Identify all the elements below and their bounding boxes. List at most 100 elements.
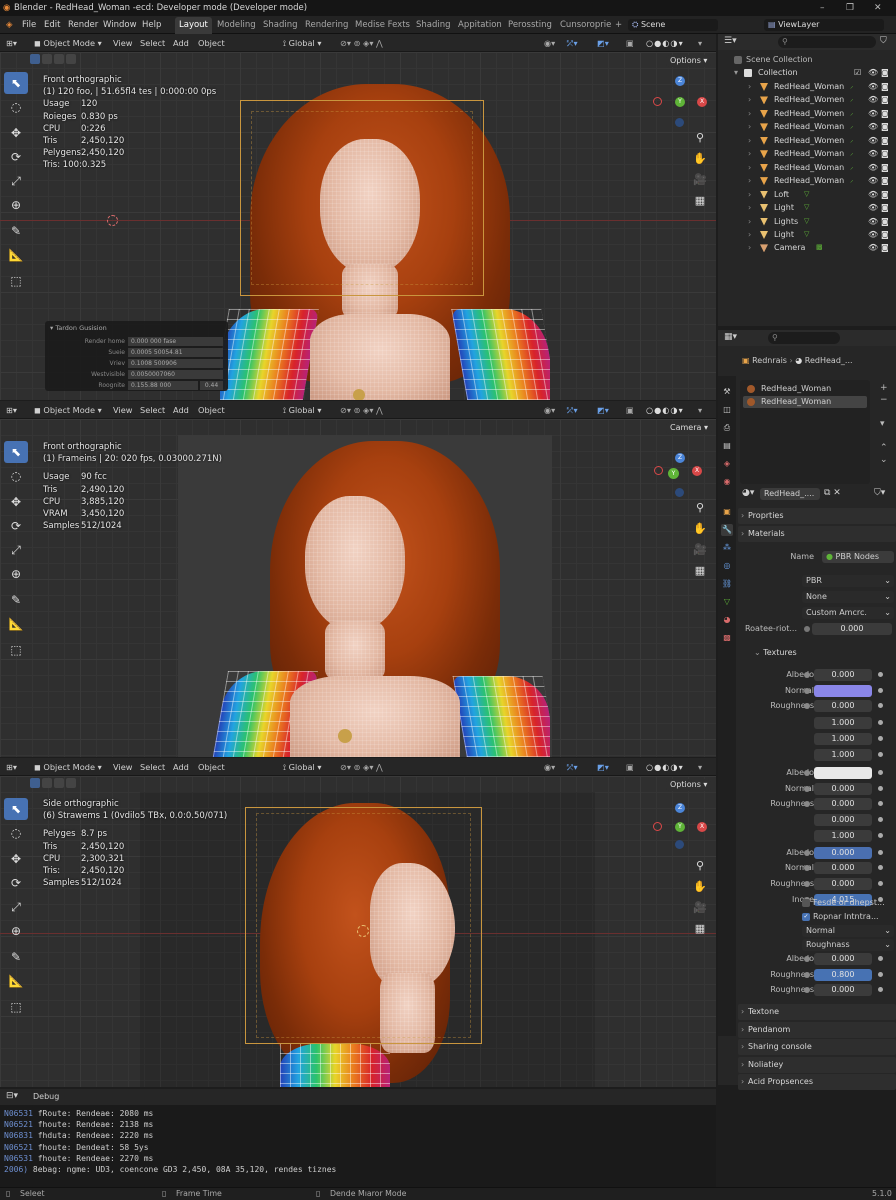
- select-extend-icon[interactable]: [42, 778, 52, 788]
- link-dot-icon[interactable]: [878, 881, 883, 886]
- editor-type-icon[interactable]: ⊞▾: [6, 758, 17, 776]
- material-datablock[interactable]: ◕▾ RedHead_.... ⧉ ✕ ⛉▾: [742, 488, 892, 501]
- menu-view[interactable]: View: [113, 758, 132, 776]
- tab-rendering[interactable]: Rendering: [301, 17, 352, 34]
- perspective-icon[interactable]: ▦: [692, 563, 708, 579]
- texture-row-field[interactable]: 1.000: [814, 748, 872, 761]
- menu-add[interactable]: Add: [173, 758, 189, 776]
- link-dot-icon[interactable]: [878, 801, 883, 807]
- eye-icon[interactable]: 👁: [868, 228, 878, 241]
- camera-view-icon[interactable]: 🎥: [692, 542, 708, 558]
- panel-field-extra[interactable]: 0.44: [200, 381, 223, 390]
- material-slot[interactable]: RedHead_Woman: [743, 383, 867, 395]
- gizmo-y[interactable]: Y: [675, 822, 685, 832]
- data-tab-icon[interactable]: ▽: [721, 596, 733, 608]
- camera-restrict-icon[interactable]: ◙: [881, 241, 889, 254]
- outliner-item[interactable]: › Loft ▽ 👁 ◙: [718, 188, 896, 201]
- texture-row-field[interactable]: 1.000: [814, 717, 872, 730]
- outliner-search[interactable]: ⚲: [778, 36, 876, 48]
- expand-icon[interactable]: ›: [748, 120, 751, 133]
- texture-row-field[interactable]: 0.000: [814, 953, 872, 965]
- filter-icon[interactable]: ⛉: [880, 36, 887, 46]
- link-dot-icon[interactable]: [878, 769, 883, 775]
- camera-restrict-icon[interactable]: ◙: [881, 107, 889, 120]
- link-dot-icon[interactable]: [878, 703, 883, 709]
- link-dot-icon[interactable]: [878, 832, 883, 838]
- add-cube-icon[interactable]: ⬚: [4, 996, 28, 1018]
- rotate-icon[interactable]: ⟳: [4, 872, 28, 894]
- mode-selector[interactable]: ◼ Object Mode ▾: [34, 34, 102, 52]
- eye-icon[interactable]: 👁: [868, 66, 878, 79]
- custom-dropdown[interactable]: Custom Amcrc. ⌄: [802, 607, 894, 619]
- pivot-icon[interactable]: ⊘▾ ⊚ ◈▾ ⋀: [340, 401, 383, 419]
- transform-icon[interactable]: ⊕: [4, 920, 28, 942]
- texture-tab-icon[interactable]: ▩: [721, 632, 733, 644]
- camera-restrict-icon[interactable]: ◙: [881, 147, 889, 160]
- expand-icon[interactable]: ›: [748, 215, 751, 228]
- measure-icon[interactable]: 📐: [4, 613, 28, 635]
- material-browse-icon[interactable]: ◕▾: [742, 488, 754, 498]
- expand-icon[interactable]: ›: [748, 201, 751, 214]
- texture-row-field[interactable]: 1.000: [814, 829, 872, 842]
- keyframe-dot-icon[interactable]: [804, 687, 810, 694]
- menu-select[interactable]: Select: [140, 758, 165, 776]
- gizmo-y[interactable]: Y: [668, 468, 679, 479]
- none-dropdown[interactable]: None ⌄: [802, 591, 894, 603]
- panel-field[interactable]: 0.0050007060: [128, 370, 223, 379]
- gizmo-z[interactable]: Z: [675, 803, 685, 813]
- zoom-icon[interactable]: ⚲: [692, 500, 708, 516]
- pan-icon[interactable]: ✋: [692, 521, 708, 537]
- eye-icon[interactable]: 👁: [868, 174, 878, 187]
- options-dropdown[interactable]: Options ▾: [666, 55, 712, 67]
- gizmo-neg-x[interactable]: [653, 822, 662, 831]
- panel-field[interactable]: 0.0005 50054.81: [128, 348, 223, 357]
- pivot-icon[interactable]: ⊘▾ ⊚ ◈▾ ⋀: [340, 758, 383, 776]
- roughness-dropdown[interactable]: Roughnass ⌄: [802, 939, 894, 951]
- pan-icon[interactable]: ✋: [692, 879, 708, 895]
- checkbox-icon[interactable]: ☑: [854, 66, 861, 79]
- outliner-item[interactable]: › Light ▽ 👁 ◙: [718, 201, 896, 214]
- zoom-icon[interactable]: ⚲: [692, 858, 708, 874]
- camera-restrict-icon[interactable]: ◙: [881, 188, 889, 201]
- eye-icon[interactable]: 👁: [868, 241, 878, 254]
- link-dot-icon[interactable]: [878, 785, 883, 791]
- keyframe-dot-icon[interactable]: [804, 881, 810, 887]
- texture-row-field[interactable]: 0.000: [814, 669, 872, 681]
- visibility-icon[interactable]: ◉▾: [544, 758, 555, 776]
- eye-icon[interactable]: 👁: [868, 120, 878, 133]
- menu-view[interactable]: View: [113, 34, 132, 52]
- console-editor-icon[interactable]: ⊟▾: [6, 1091, 18, 1101]
- select-extend-icon[interactable]: [42, 54, 52, 64]
- outliner-item[interactable]: › RedHead_Woman ⸝ 👁 ◙: [718, 120, 896, 133]
- slot-controls-icon[interactable]: + − ▾ ⌃ ⌄: [880, 382, 888, 466]
- keyframe-dot-icon[interactable]: [804, 736, 810, 742]
- visibility-icon[interactable]: ◉▾: [544, 34, 555, 52]
- xray-icon[interactable]: ▣: [626, 34, 634, 52]
- section-0[interactable]: Textone: [738, 1004, 896, 1020]
- section-4[interactable]: Acid Propsences: [738, 1074, 896, 1091]
- move-icon[interactable]: ✥: [4, 122, 28, 144]
- transform-orientation[interactable]: ⟟ Global ▾: [283, 34, 322, 52]
- transform-orientation[interactable]: ⟟ Global ▾: [283, 758, 322, 776]
- eye-icon[interactable]: 👁: [868, 93, 878, 106]
- link-dot-icon[interactable]: [878, 865, 883, 871]
- expand-icon[interactable]: ›: [748, 93, 751, 106]
- tab-modeling[interactable]: Modeling: [213, 17, 260, 34]
- cursor-icon[interactable]: ⬉: [4, 798, 28, 820]
- move-icon[interactable]: ✥: [4, 491, 28, 513]
- material-tab-icon[interactable]: ◕: [721, 614, 733, 626]
- menu-view[interactable]: View: [113, 401, 132, 419]
- breadcrumb-object[interactable]: Rednrais: [752, 356, 787, 365]
- outliner-editor-icon[interactable]: ☰▾: [724, 36, 737, 46]
- tab-perossting[interactable]: Perossting: [504, 17, 556, 34]
- eye-icon[interactable]: 👁: [868, 80, 878, 93]
- camera-restrict-icon[interactable]: ◙: [881, 161, 889, 174]
- add-cube-icon[interactable]: ⬚: [4, 270, 28, 292]
- panel-field[interactable]: 0.155.88 000: [128, 381, 198, 390]
- outliner-item[interactable]: › RedHead_Woman ⸝ 👁 ◙: [718, 147, 896, 160]
- expand-icon[interactable]: ›: [748, 161, 751, 174]
- gizmo-z[interactable]: Z: [675, 453, 685, 463]
- shading-modes-icon[interactable]: ○●◐◑▾: [646, 34, 684, 52]
- output-tab-icon[interactable]: ⎙: [721, 422, 733, 434]
- menu-select[interactable]: Select: [140, 34, 165, 52]
